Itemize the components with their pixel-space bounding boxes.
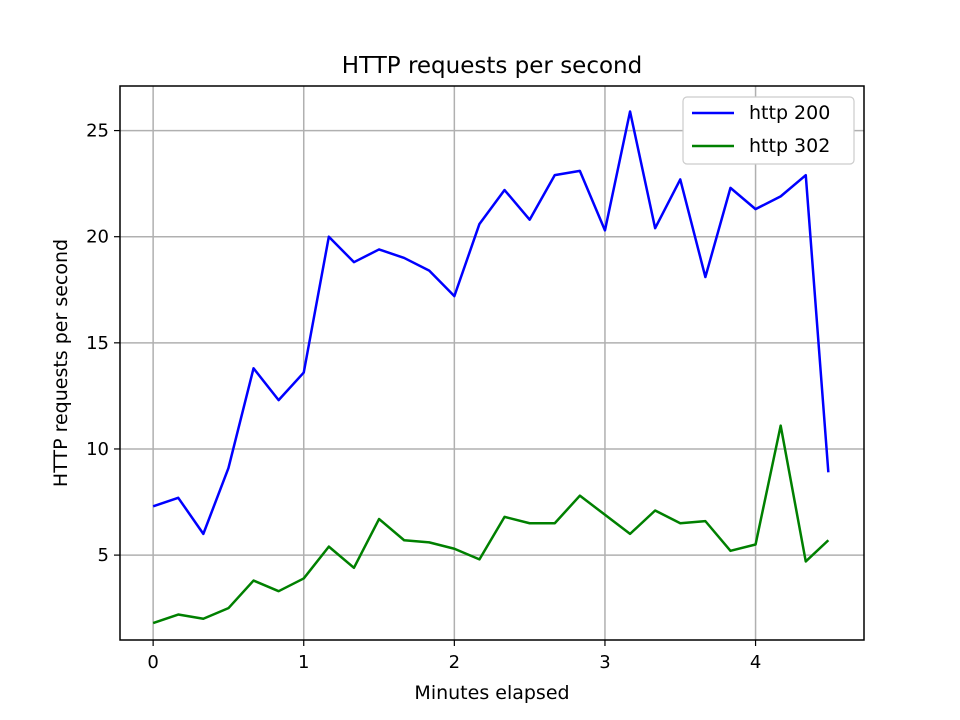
- y-tick-label: 10: [86, 439, 109, 460]
- series-line-http-200: [152, 110, 830, 536]
- series-lines: [152, 110, 830, 625]
- chart-title: HTTP requests per second: [342, 53, 642, 79]
- legend: http 200 http 302: [682, 96, 855, 165]
- y-axis-label: HTTP requests per second: [50, 239, 72, 487]
- x-tick-label: 4: [750, 652, 761, 673]
- x-tick-label: 2: [449, 652, 460, 673]
- line-chart: HTTP requests per second 0 1 2 3 4510152025 …: [50, 53, 865, 704]
- grid: [120, 86, 864, 640]
- x-tick-label: 3: [599, 652, 610, 673]
- y-tick-label: 20: [86, 227, 109, 248]
- plot-area: [119, 85, 865, 641]
- axis-ticks: 0 1 2 3 4 5 10 15 20 25: [86, 121, 761, 673]
- series-line-http-302: [152, 424, 830, 625]
- legend-label-http-302: http 302: [749, 135, 830, 157]
- y-tick-label: 25: [86, 121, 109, 142]
- x-tick-label: 1: [298, 652, 309, 673]
- x-axis-label: Minutes elapsed: [414, 682, 569, 704]
- y-tick-label: 5: [98, 545, 109, 566]
- legend-label-http-200: http 200: [749, 102, 830, 124]
- y-tick-label: 15: [86, 333, 109, 354]
- x-tick-label: 0: [147, 652, 158, 673]
